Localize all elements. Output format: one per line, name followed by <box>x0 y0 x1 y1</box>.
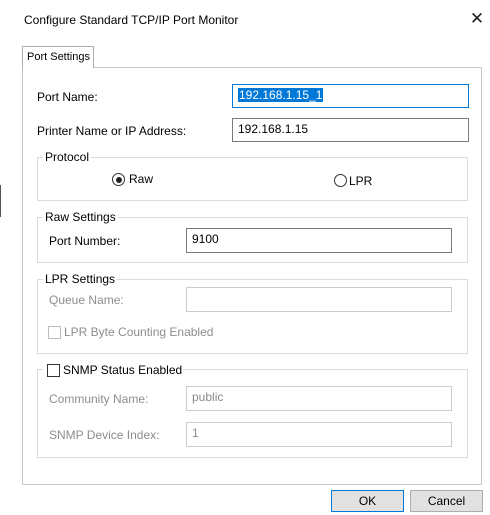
community-name-label: Community Name: <box>49 392 149 406</box>
port-name-value: 192.168.1.15_1 <box>238 88 324 102</box>
snmp-enabled-checkbox[interactable] <box>47 364 60 377</box>
device-index-label: SNMP Device Index: <box>49 428 160 442</box>
raw-settings-legend: Raw Settings <box>43 210 118 224</box>
snmp-enabled-label[interactable]: SNMP Status Enabled <box>63 363 182 377</box>
port-name-label: Port Name: <box>37 90 98 104</box>
lpr-radio[interactable] <box>334 174 347 187</box>
port-number-input[interactable]: 9100 <box>186 228 452 253</box>
queue-name-label: Queue Name: <box>49 293 124 307</box>
device-index-input[interactable]: 1 <box>186 422 452 447</box>
cancel-button[interactable]: Cancel <box>410 490 483 512</box>
close-icon[interactable]: ✕ <box>467 9 487 29</box>
printer-address-label: Printer Name or IP Address: <box>37 124 187 138</box>
lpr-radio-label[interactable]: LPR <box>349 174 372 188</box>
port-number-label: Port Number: <box>49 234 121 248</box>
queue-name-input[interactable] <box>186 287 452 312</box>
lpr-settings-legend: LPR Settings <box>43 272 118 286</box>
raw-radio[interactable] <box>112 173 125 186</box>
background-window-edge <box>0 185 1 217</box>
raw-radio-label[interactable]: Raw <box>129 172 153 186</box>
community-name-input[interactable]: public <box>186 386 452 411</box>
lpr-byte-counting-label: LPR Byte Counting Enabled <box>64 325 214 339</box>
radio-selected-dot <box>115 176 122 183</box>
window-title: Configure Standard TCP/IP Port Monitor <box>24 13 239 27</box>
protocol-group <box>37 157 468 201</box>
port-name-input[interactable]: 192.168.1.15_1 <box>232 84 469 108</box>
printer-address-input[interactable]: 192.168.1.15 <box>232 118 469 142</box>
lpr-byte-counting-checkbox[interactable] <box>48 326 61 339</box>
tab-port-settings[interactable]: Port Settings <box>22 46 94 68</box>
ok-button[interactable]: OK <box>331 490 404 512</box>
protocol-legend: Protocol <box>43 150 92 164</box>
